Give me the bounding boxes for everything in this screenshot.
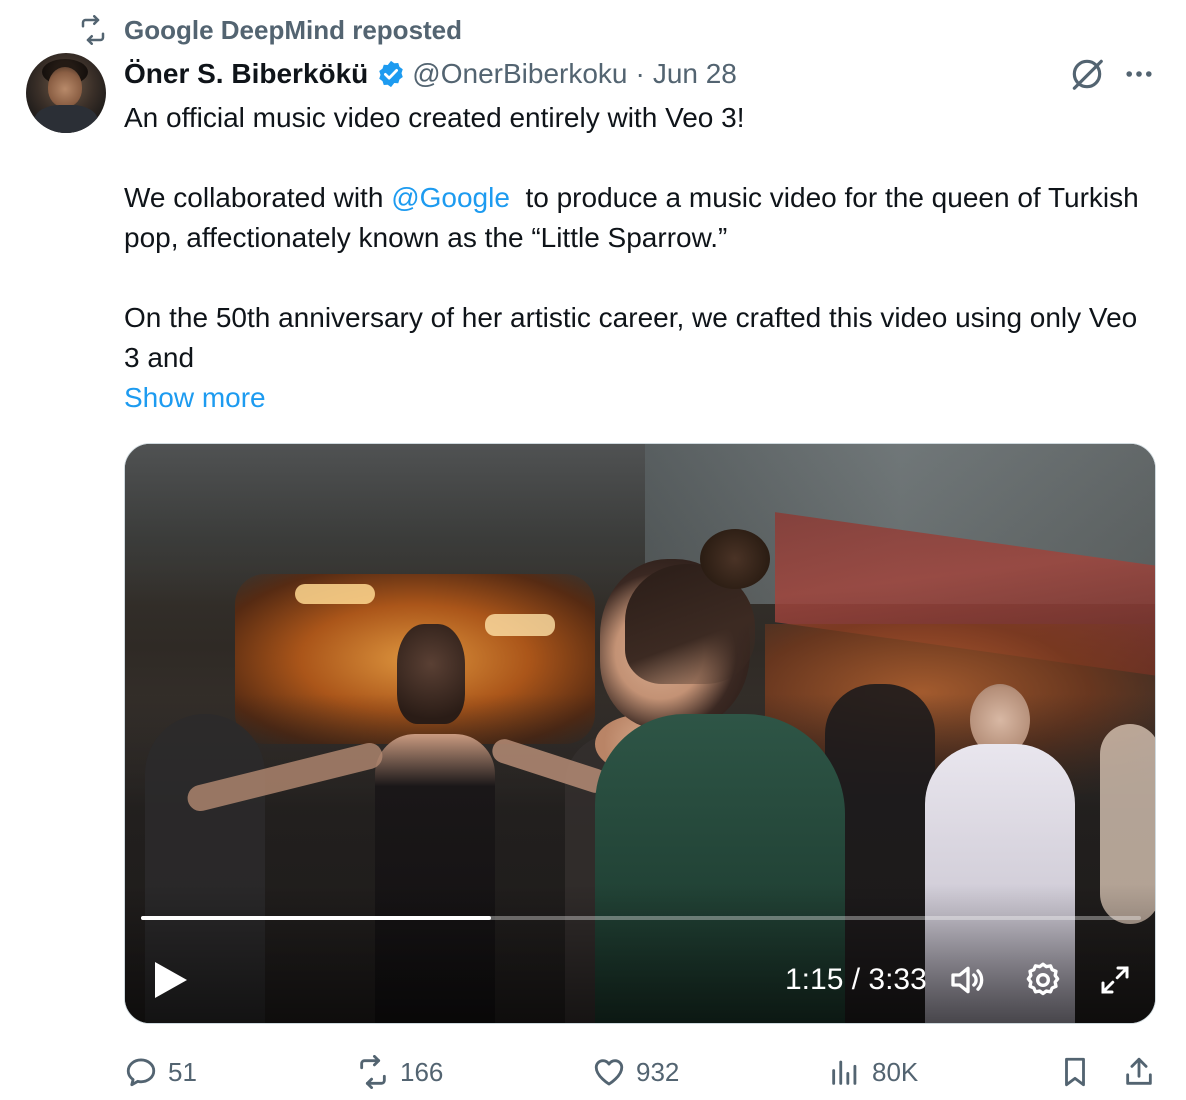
- share-button[interactable]: [1122, 1050, 1156, 1094]
- separator-dot: ·: [635, 58, 645, 89]
- fullscreen-icon[interactable]: [1097, 960, 1133, 1000]
- progress-fill: [141, 916, 491, 920]
- author-name[interactable]: Öner S. Biberkökü: [124, 58, 368, 90]
- heart-icon: [594, 1059, 624, 1086]
- volume-icon[interactable]: [947, 960, 989, 1000]
- views-count: 80K: [872, 1056, 919, 1087]
- bookmark-icon: [1065, 1057, 1085, 1087]
- social-context[interactable]: Google DeepMind reposted: [78, 12, 462, 48]
- tweet-header: Öner S. Biberkökü @OnerBiberkoku · Jun 2…: [124, 54, 737, 94]
- tweet-text: An official music video created entirely…: [124, 98, 1154, 378]
- views-button[interactable]: 80K: [828, 1050, 918, 1094]
- progress-bar[interactable]: [141, 916, 1141, 920]
- repost-button[interactable]: 166: [356, 1050, 443, 1094]
- grok-icon[interactable]: [1068, 54, 1106, 94]
- post-date[interactable]: Jun 28: [653, 58, 737, 90]
- avatar[interactable]: [26, 53, 106, 133]
- settings-icon[interactable]: [1023, 960, 1063, 1000]
- tweet-p2-before: We collaborated with: [124, 182, 392, 213]
- action-bar: 51 166 932 80K: [124, 1050, 1158, 1094]
- reply-button[interactable]: 51: [124, 1050, 197, 1094]
- show-more-link[interactable]: Show more: [124, 378, 266, 418]
- tweet-paragraph-3: On the 50th anniversary of her artistic …: [124, 302, 1138, 373]
- author-handle[interactable]: @OnerBiberkoku: [412, 58, 627, 90]
- reply-icon: [126, 1058, 156, 1087]
- bookmark-button[interactable]: [1058, 1050, 1092, 1094]
- like-count: 932: [636, 1056, 680, 1087]
- more-options-icon[interactable]: [1122, 60, 1156, 88]
- social-context-label: Google DeepMind reposted: [124, 14, 463, 45]
- video-player[interactable]: 1:15 / 3:33: [124, 443, 1156, 1024]
- video-frame: [125, 444, 1155, 1023]
- mention-link[interactable]: @Google: [391, 182, 510, 213]
- repost-count: 166: [400, 1056, 444, 1087]
- reply-count: 51: [168, 1056, 197, 1087]
- like-button[interactable]: 932: [592, 1050, 679, 1094]
- video-time: 1:15 / 3:33: [785, 963, 927, 996]
- tweet-line-1: An official music video created entirely…: [124, 102, 745, 133]
- play-icon[interactable]: [153, 960, 189, 1000]
- share-icon: [1126, 1057, 1152, 1085]
- verified-badge-icon[interactable]: [376, 59, 406, 89]
- tweet-paragraph-2: We collaborated with @Google to produce …: [124, 178, 1154, 258]
- repost-icon: [81, 15, 105, 45]
- repost-icon: [360, 1055, 386, 1089]
- views-icon: [832, 1060, 857, 1085]
